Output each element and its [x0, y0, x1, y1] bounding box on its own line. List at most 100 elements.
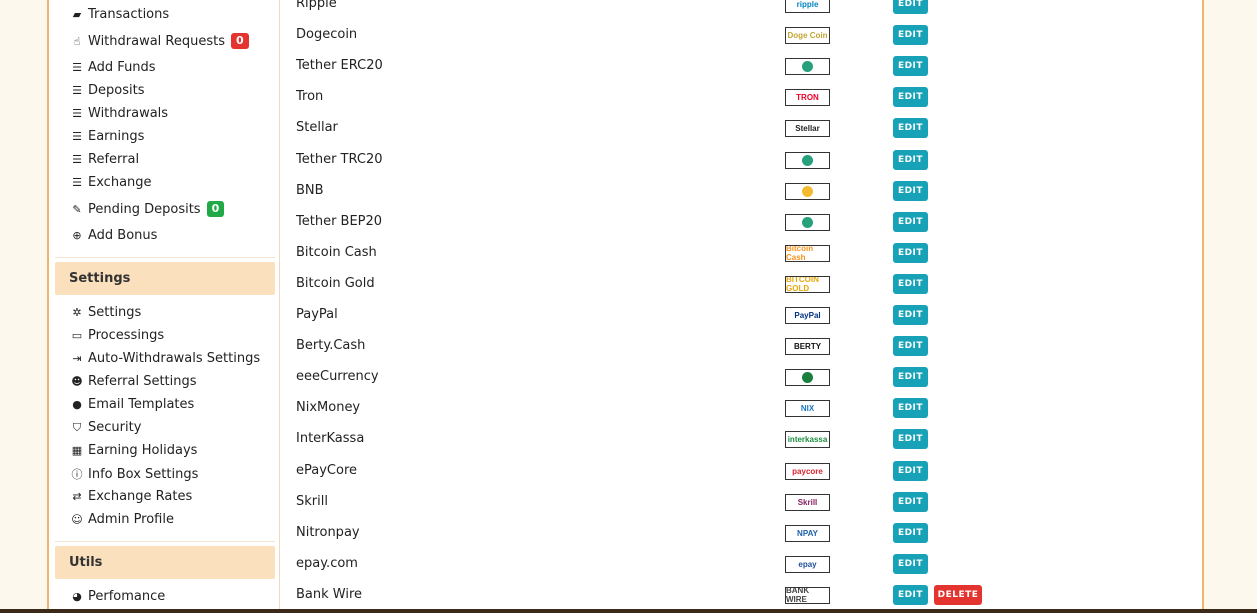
sidebar-item-label: Withdrawals — [88, 106, 169, 121]
epay-logo-icon: epay — [785, 555, 830, 573]
sidebar-item-earning-holidays[interactable]: ▦ Earning Holidays — [70, 443, 198, 458]
edit-button[interactable]: EDIT — [893, 336, 928, 357]
dashboard-icon: ◕ — [72, 590, 82, 603]
edit-button[interactable]: EDIT — [893, 211, 928, 232]
dogecoin-logo-icon: Doge Coin — [785, 27, 830, 45]
sidebar-item-referral[interactable]: ☰ Referral — [70, 152, 139, 167]
card-icon: ▭ — [71, 329, 83, 342]
users-icon: ☻ — [71, 375, 83, 388]
edit-button[interactable]: EDIT — [893, 118, 928, 139]
processing-name: eeeCurrency — [296, 369, 379, 385]
processing-name: BNB — [296, 182, 324, 198]
tether-erc20-logo-icon — [785, 58, 830, 76]
sidebar-item-transactions[interactable]: ▰ Transactions — [70, 7, 169, 22]
sidebar-item-label: Add Funds — [88, 60, 156, 75]
sidebar-item-perfomance[interactable]: ◕ Perfomance — [70, 589, 165, 604]
table-row: Skrill Skrill EDIT — [280, 487, 1180, 518]
table-row: Bank Wire BANK WIRE EDIT DELETE — [280, 580, 1180, 611]
sidebar-item-info-box-settings[interactable]: ⓘ Info Box Settings — [70, 466, 199, 482]
table-row: Berty.Cash BERTY EDIT — [280, 331, 1180, 362]
bitcoin-gold-logo-icon: BITCOIN GOLD — [785, 275, 830, 293]
edit-button[interactable]: EDIT — [893, 305, 928, 325]
edit-button[interactable]: EDIT — [893, 553, 928, 574]
sidebar-item-label: Admin Profile — [88, 512, 174, 527]
list-icon: ☰ — [72, 176, 82, 189]
list-icon: ☰ — [72, 61, 82, 74]
interkassa-logo-icon: interkassa — [785, 431, 830, 449]
edit-button[interactable]: EDIT — [893, 522, 928, 543]
sidebar-item-add-bonus[interactable]: ⊕ Add Bonus — [70, 228, 157, 243]
table-row: PayPal PayPal EDIT — [280, 300, 1180, 331]
sidebar-divider — [55, 257, 275, 258]
edit-button[interactable]: EDIT — [893, 460, 928, 481]
page-footer-bar — [0, 609, 1257, 613]
edit-button[interactable]: EDIT — [893, 398, 928, 419]
table-row: ePayCore paycore EDIT — [280, 456, 1180, 487]
sidebar-item-security[interactable]: ⛉ Security — [70, 420, 142, 435]
sidebar-section-utils[interactable]: Utils — [55, 546, 275, 579]
sidebar-item-processings[interactable]: ▭ Processings — [70, 328, 164, 343]
user-circle-icon: ☺ — [71, 513, 83, 526]
table-row: Nitronpay NPAY EDIT — [280, 518, 1180, 549]
table-row: eeeCurrency EDIT — [280, 362, 1180, 393]
processing-name: Stellar — [296, 120, 338, 136]
sidebar-item-label: Referral Settings — [88, 374, 197, 389]
processing-name: Bank Wire — [296, 586, 363, 602]
sidebar-item-exchange[interactable]: ☰ Exchange — [70, 175, 152, 190]
list-icon: ☰ — [72, 107, 82, 120]
sidebar-item-label: Email Templates — [88, 397, 195, 412]
edit-button[interactable]: EDIT — [893, 584, 928, 605]
sidebar-item-withdrawal-requests[interactable]: ☝ Withdrawal Requests 0 — [70, 33, 249, 49]
list-icon: ☰ — [72, 130, 82, 143]
processing-name: Tether TRC20 — [296, 151, 383, 167]
tether-trc20-logo-icon — [785, 151, 830, 169]
table-row: Tether TRC20 EDIT — [280, 145, 1180, 176]
table-row: Tron TRON EDIT — [280, 82, 1180, 113]
sidebar-item-deposits[interactable]: ☰ Deposits — [70, 83, 144, 98]
sidebar-item-label: Add Bonus — [88, 228, 158, 243]
table-row: epay.com epay EDIT — [280, 549, 1180, 580]
bitcoin-cash-logo-icon: Bitcoin Cash — [785, 244, 830, 262]
edit-button[interactable]: EDIT — [893, 491, 928, 512]
tether-bep20-logo-icon — [785, 213, 830, 231]
edit-button[interactable]: EDIT — [893, 0, 928, 14]
info-circle-icon: ⓘ — [71, 468, 83, 481]
sidebar-item-exchange-rates[interactable]: ⇄ Exchange Rates — [70, 489, 192, 504]
edit-button[interactable]: EDIT — [893, 149, 928, 170]
sidebar-item-label: Processings — [88, 328, 165, 343]
sidebar-item-referral-settings[interactable]: ☻ Referral Settings — [70, 374, 197, 389]
edit-button[interactable]: EDIT — [893, 367, 928, 388]
sidebar-item-label: Exchange Rates — [88, 489, 193, 504]
sidebar-item-label: Earning Holidays — [88, 443, 198, 458]
edit-button[interactable]: EDIT — [893, 429, 928, 450]
eeecurrency-logo-icon — [785, 369, 830, 387]
processing-name: epay.com — [296, 555, 358, 571]
sidebar-item-withdrawals[interactable]: ☰ Withdrawals — [70, 106, 168, 121]
list-icon: ☰ — [72, 153, 82, 166]
sidebar-item-add-funds[interactable]: ☰ Add Funds — [70, 60, 156, 75]
sidebar-item-label: Info Box Settings — [88, 466, 199, 482]
edit-button[interactable]: EDIT — [893, 56, 928, 77]
delete-button[interactable]: DELETE — [934, 584, 982, 605]
edit-button[interactable]: EDIT — [893, 242, 928, 263]
edit-button[interactable]: EDIT — [893, 180, 928, 201]
table-row: InterKassa interkassa EDIT — [280, 424, 1180, 455]
sidebar-item-pending-deposits[interactable]: ✎ Pending Deposits 0 — [70, 201, 225, 217]
list-icon: ☰ — [72, 84, 82, 97]
sidebar-item-auto-withdrawals-settings[interactable]: ⇥ Auto-Withdrawals Settings — [70, 351, 260, 366]
sidebar-item-label: Withdrawal Requests — [88, 33, 226, 49]
edit-button[interactable]: EDIT — [893, 273, 928, 294]
sidebar-item-label: Exchange — [88, 175, 152, 190]
sidebar-item-settings[interactable]: ✲ Settings — [70, 305, 141, 320]
processing-name: Tether ERC20 — [296, 58, 383, 74]
edit-button[interactable]: EDIT — [893, 87, 928, 108]
sidebar-section-settings[interactable]: Settings — [55, 262, 275, 295]
edit-button[interactable]: EDIT — [893, 25, 928, 46]
sidebar-item-earnings[interactable]: ☰ Earnings — [70, 129, 144, 144]
sidebar-item-admin-profile[interactable]: ☺ Admin Profile — [70, 512, 174, 527]
processing-name: Tether BEP20 — [296, 213, 383, 229]
table-row: Tether BEP20 EDIT — [280, 207, 1180, 238]
book-icon: ▰ — [72, 8, 82, 21]
table-row: Bitcoin Cash Bitcoin Cash EDIT — [280, 238, 1180, 269]
sidebar-item-email-templates[interactable]: ● Email Templates — [70, 397, 194, 412]
